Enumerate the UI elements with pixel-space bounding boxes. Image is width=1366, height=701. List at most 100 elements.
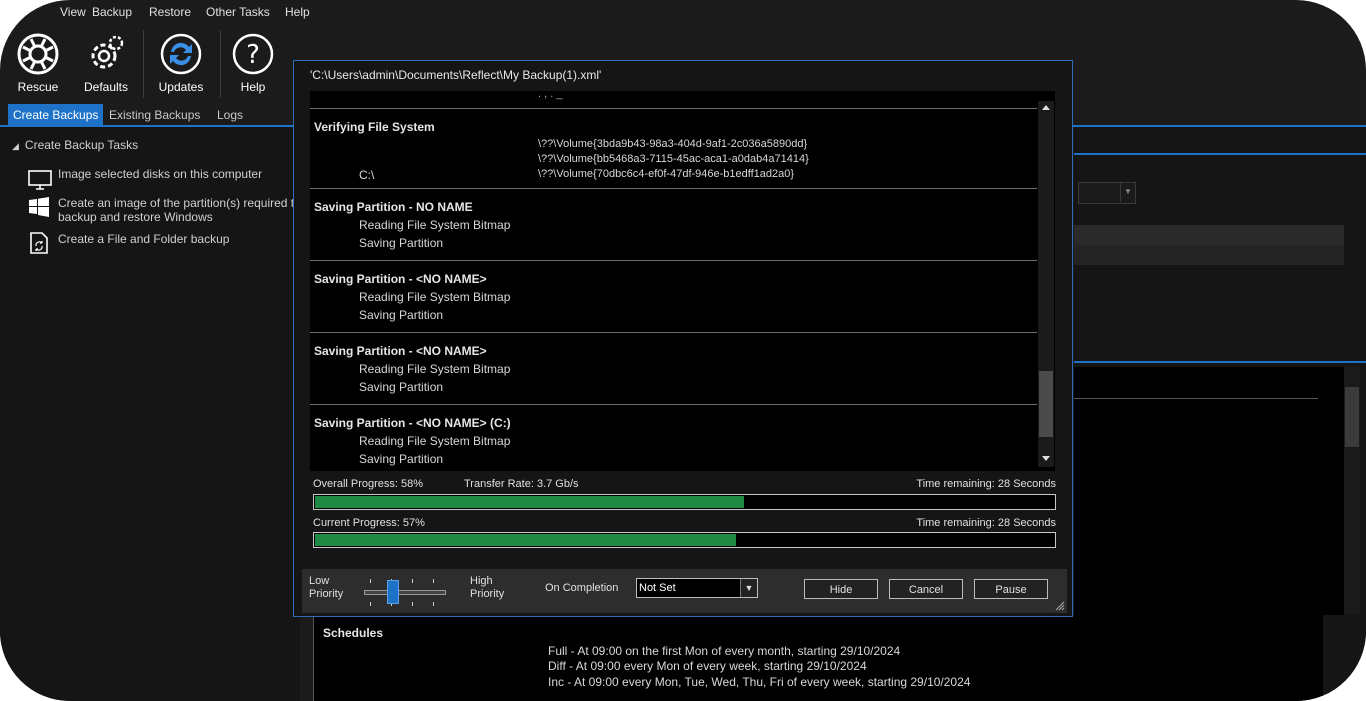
tree-header[interactable]: ◢ Create Backup Tasks (12, 138, 138, 152)
slider-tick (433, 602, 434, 606)
log-clipped-text: . , . _ (538, 91, 563, 100)
log-section: Verifying File System \??\Volume{3bda9b4… (310, 108, 1037, 189)
log-section: Saving Partition - <NO NAME> (C:) Readin… (310, 404, 1037, 471)
toolbar-divider (143, 30, 144, 98)
rescue-button[interactable]: Rescue (8, 30, 68, 98)
updates-button[interactable]: Updates (151, 30, 211, 98)
chevron-down-icon[interactable]: ▼ (740, 579, 757, 597)
tree-item-label: Create an image of the partition(s) requ… (58, 196, 301, 224)
panel-divider (1074, 153, 1366, 155)
log-line: Saving Partition (359, 452, 444, 466)
menu-view[interactable]: View (60, 5, 86, 19)
log-line: Reading File System Bitmap (359, 434, 511, 448)
list-divider (1074, 398, 1318, 399)
scroll-thumb[interactable] (1345, 387, 1359, 447)
low-priority-label: Low Priority (309, 575, 343, 601)
updates-label: Updates (158, 80, 204, 94)
defaults-button[interactable]: Defaults (76, 30, 136, 98)
app-window: View Backup Restore Other Tasks Help Res… (0, 0, 1366, 701)
log-volume: \??\Volume{bb5468a3-7115-45ac-aca1-a0dab… (538, 153, 809, 165)
tree-item-label: Create a File and Folder backup (58, 232, 230, 246)
slider-tick (433, 579, 434, 583)
transfer-rate: Transfer Rate: 3.7 Gb/s (464, 478, 579, 490)
current-progress-fill (315, 534, 736, 546)
overall-progress-fill (315, 496, 744, 508)
priority-label: Priority (309, 588, 344, 600)
priority-label: Priority (470, 588, 505, 600)
schedule-line: Diff - At 09:00 every Mon of every week,… (548, 659, 867, 673)
overall-progress-bar (313, 494, 1056, 510)
backup-log: . , . _ Verifying File System \??\Volume… (310, 91, 1055, 471)
defaults-label: Defaults (83, 80, 129, 94)
on-completion-value: Not Set (639, 582, 676, 594)
menu-bar: View Backup Restore Other Tasks Help (0, 0, 1366, 24)
high-priority-label: High Priority (470, 575, 504, 601)
tab-logs[interactable]: Logs (212, 104, 248, 126)
scroll-down-icon[interactable] (1042, 456, 1050, 461)
high-label: High (470, 575, 493, 587)
on-completion-select[interactable]: Not Set ▼ (636, 578, 758, 598)
task-tree: ◢ Create Backup Tasks Image selected disk… (0, 127, 301, 701)
gear-icon (91, 35, 124, 69)
log-heading: Saving Partition - <NO NAME> (314, 272, 487, 286)
log-drive: C:\ (359, 168, 375, 182)
background-scrollbar[interactable] (1344, 367, 1360, 615)
log-section: Saving Partition - <NO NAME> Reading Fil… (310, 332, 1037, 405)
refresh-icon (160, 33, 202, 75)
current-progress-bar (313, 532, 1056, 548)
dialog-controls: Low Priority High Priority On Completion (302, 569, 1067, 613)
schedules-heading: Schedules (323, 626, 384, 640)
log-volume: \??\Volume{70dbc6c4-ef0f-47df-946e-b1edf… (538, 168, 795, 180)
log-line: Reading File System Bitmap (359, 362, 511, 376)
log-heading: Saving Partition - NO NAME (314, 200, 473, 214)
toolbar-divider (220, 30, 221, 98)
rescue-label: Rescue (17, 80, 59, 94)
log-heading: Verifying File System (314, 120, 435, 134)
expand-triangle-icon: ◢ (12, 141, 19, 151)
monitor-icon (28, 170, 52, 190)
on-completion-label: On Completion (545, 582, 619, 594)
schedule-line: Inc - At 09:00 every Mon, Tue, Wed, Thu,… (548, 675, 971, 689)
schedules-panel: Schedules Full - At 09:00 on the first M… (313, 615, 1323, 701)
overall-time-remaining: Time remaining: 28 Seconds (916, 478, 1056, 490)
log-section: Saving Partition - NO NAME Reading File … (310, 188, 1037, 261)
current-progress-label: Current Progress: 57% (313, 517, 425, 529)
background-list (1074, 367, 1344, 615)
slider-thumb[interactable] (387, 580, 399, 604)
log-section: Saving Partition - <NO NAME> Reading Fil… (310, 260, 1037, 333)
scroll-thumb[interactable] (1039, 371, 1053, 437)
menu-backup[interactable]: Backup (92, 5, 132, 19)
help-button[interactable]: ? Help (223, 30, 283, 98)
menu-help[interactable]: Help (285, 5, 310, 19)
pause-button[interactable]: Pause (974, 579, 1048, 599)
windows-icon (29, 197, 49, 217)
background-row (1074, 245, 1344, 265)
cancel-button[interactable]: Cancel (889, 579, 963, 599)
chevron-down-icon: ▼ (1120, 182, 1135, 202)
log-line: Reading File System Bitmap (359, 290, 511, 304)
slider-track (364, 590, 446, 595)
slider-tick (412, 579, 413, 583)
tree-header-label: Create Backup Tasks (24, 138, 139, 152)
schedule-line: Full - At 09:00 on the first Mon of ever… (548, 644, 901, 658)
slider-tick (412, 602, 413, 606)
background-row (1074, 225, 1344, 245)
priority-slider[interactable] (364, 576, 450, 608)
file-backup-icon (30, 232, 48, 254)
tab-existing-backups[interactable]: Existing Backups (104, 104, 205, 126)
tab-create-backups[interactable]: Create Backups (8, 104, 104, 126)
log-heading: Saving Partition - <NO NAME> (314, 344, 487, 358)
scroll-up-icon[interactable] (1042, 105, 1050, 110)
log-line: Saving Partition (359, 308, 444, 322)
svg-text:?: ? (246, 40, 260, 70)
log-volume: \??\Volume{3bda9b43-98a3-404d-9af1-2c036… (538, 138, 808, 150)
resize-grip-icon[interactable] (1055, 601, 1065, 611)
help-label: Help (240, 80, 266, 94)
log-scrollbar[interactable] (1038, 101, 1054, 467)
menu-other-tasks[interactable]: Other Tasks (206, 5, 270, 19)
menu-restore[interactable]: Restore (149, 5, 191, 19)
slider-tick (370, 602, 371, 606)
hide-button[interactable]: Hide (804, 579, 878, 599)
log-line: Saving Partition (359, 380, 444, 394)
log-line: Saving Partition (359, 236, 444, 250)
